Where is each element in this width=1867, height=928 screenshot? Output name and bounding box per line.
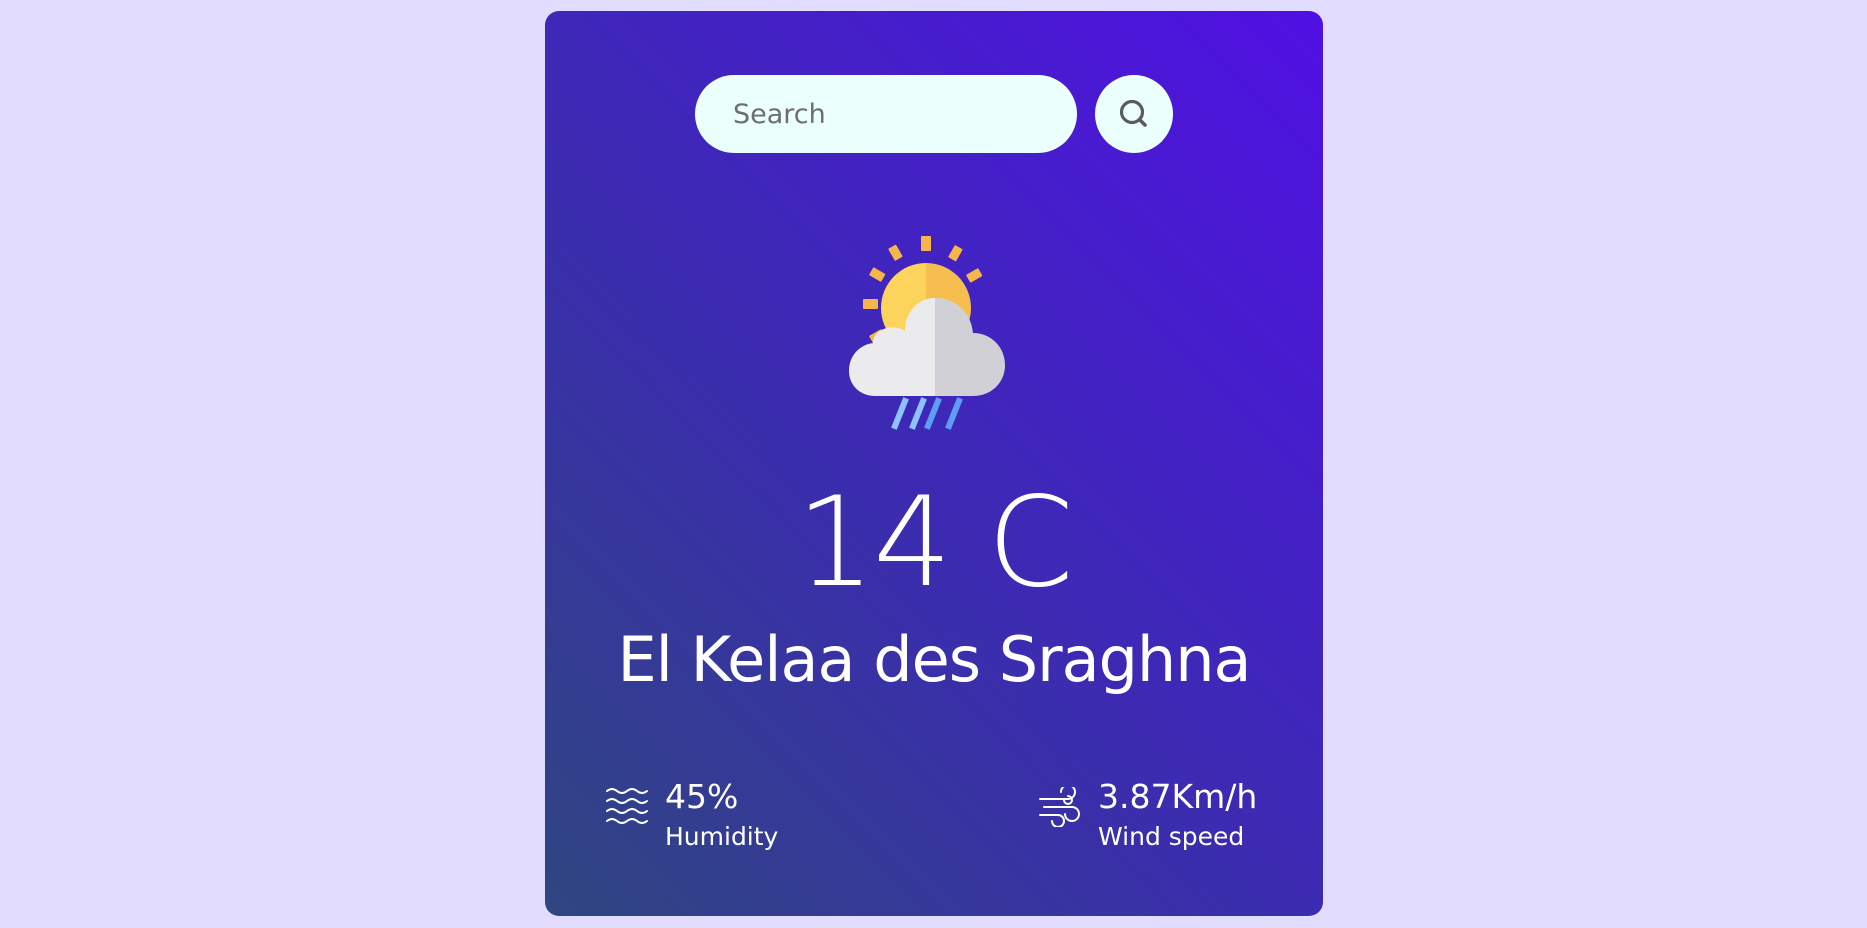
humidity-text: 45% Humidity: [665, 777, 779, 852]
humidity-stat: 45% Humidity: [605, 777, 779, 852]
weather-card: 14 C El Kelaa des Sraghna 45% Humidity: [545, 11, 1323, 916]
wind-icon: [1039, 787, 1080, 827]
humidity-value: 45%: [665, 777, 739, 816]
city-name: El Kelaa des Sraghna: [617, 623, 1251, 696]
humidity-label: Humidity: [665, 822, 779, 852]
humidity-waves-icon: [606, 788, 648, 824]
temperature: 14 C: [796, 471, 1074, 615]
sun-cloud-rain-icon: [849, 236, 1005, 430]
search-input[interactable]: [695, 75, 1077, 153]
search-icon: [1119, 99, 1147, 127]
search-bar: [695, 75, 1173, 153]
wind-text: 3.87Km/h Wind speed: [1098, 777, 1258, 852]
wind-stat: 3.87Km/h Wind speed: [1038, 777, 1258, 852]
wind-value: 3.87Km/h: [1098, 777, 1258, 816]
search-button[interactable]: [1095, 75, 1173, 153]
wind-label: Wind speed: [1098, 822, 1245, 852]
